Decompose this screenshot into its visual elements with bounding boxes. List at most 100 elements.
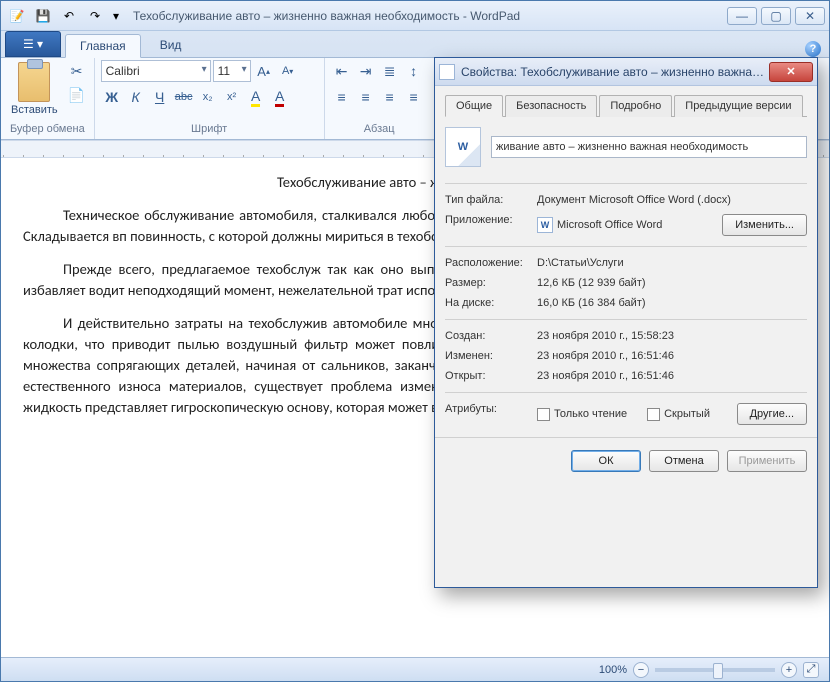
dialog-tabs: Общие Безопасность Подробно Предыдущие в… [445,94,807,117]
properties-dialog: Свойства: Техобслуживание авто – жизненн… [434,57,818,588]
dialog-close-button[interactable]: ✕ [769,62,813,82]
zoom-out-button[interactable]: − [633,662,649,678]
row-size: Размер: 12,6 КБ (12 939 байт) [445,273,807,293]
app-value: W Microsoft Office Word [537,214,722,236]
window-title: Техобслуживание авто – жизненно важная н… [133,9,727,23]
tab-home[interactable]: Главная [65,34,141,58]
highlight-icon[interactable]: A [245,86,267,108]
group-font: Calibri 11 A▴ A▾ Ж К Ч abc x₂ x² A A [95,58,325,139]
minimize-button[interactable]: — [727,7,757,25]
location-label: Расположение: [445,257,537,269]
menu-icon: ☰ ▾ [23,37,43,51]
copy-icon[interactable]: 📄 [66,84,88,106]
group-clipboard: Вставить ✂ 📄 Буфер обмена [1,58,95,139]
decrease-indent-icon[interactable]: ⇤ [331,60,353,82]
readonly-label: Только чтение [554,408,627,420]
group-font-label: Шрифт [101,122,318,137]
help-icon[interactable]: ? [805,41,821,57]
paste-button[interactable]: Вставить [7,60,62,118]
ondisk-value: 16,0 КБ (16 384 байт) [537,297,807,309]
app-label: Приложение: [445,214,537,236]
divider [445,183,807,184]
apply-button[interactable]: Применить [727,450,807,472]
row-filetype: Тип файла: Документ Microsoft Office Wor… [445,190,807,210]
divider [445,246,807,247]
increase-indent-icon[interactable]: ⇥ [355,60,377,82]
font-color-icon[interactable]: A [269,86,291,108]
zoom-in-button[interactable]: + [781,662,797,678]
shrink-font-icon[interactable]: A▾ [277,60,299,82]
hidden-checkbox[interactable]: Скрытый [647,408,710,421]
cut-icon[interactable]: ✂ [66,60,88,82]
filetype-value: Документ Microsoft Office Word (.docx) [537,194,807,206]
strike-button[interactable]: abc [173,86,195,108]
ondisk-label: На диске: [445,297,537,309]
checkbox-icon [537,408,550,421]
tab-details[interactable]: Подробно [599,95,672,117]
row-created: Создан: 23 ноября 2010 г., 15:58:23 [445,326,807,346]
readonly-checkbox[interactable]: Только чтение [537,408,627,421]
italic-button[interactable]: К [125,86,147,108]
superscript-button[interactable]: x² [221,86,243,108]
opened-value: 23 ноября 2010 г., 16:51:46 [537,370,807,382]
change-app-button[interactable]: Изменить... [722,214,807,236]
row-modified: Изменен: 23 ноября 2010 г., 16:51:46 [445,346,807,366]
hidden-label: Скрытый [664,408,710,420]
divider [445,319,807,320]
ok-button[interactable]: ОК [571,450,641,472]
other-attrs-button[interactable]: Другие... [737,403,807,425]
font-family-combo[interactable]: Calibri [101,60,211,82]
font-size-combo[interactable]: 11 [213,60,251,82]
row-attrs: Атрибуты: Только чтение Скрытый Другие..… [445,399,807,429]
filename-field[interactable]: живание авто – жизненно важная необходим… [491,136,807,158]
tab-security[interactable]: Безопасность [505,95,597,117]
grow-font-icon[interactable]: A▴ [253,60,275,82]
created-label: Создан: [445,330,537,342]
size-value: 12,6 КБ (12 939 байт) [537,277,807,289]
save-icon[interactable]: 💾 [31,5,55,27]
align-left-icon[interactable]: ≡ [331,86,353,108]
tab-general[interactable]: Общие [445,95,503,117]
dialog-titlebar[interactable]: Свойства: Техобслуживание авто – жизненн… [435,58,817,86]
opened-label: Открыт: [445,370,537,382]
linespacing-icon[interactable]: ↕ [403,60,425,82]
filetype-label: Тип файла: [445,194,537,206]
bold-button[interactable]: Ж [101,86,123,108]
row-location: Расположение: D:\Статьи\Услуги [445,253,807,273]
cancel-button[interactable]: Отмена [649,450,719,472]
close-button[interactable]: ✕ [795,7,825,25]
paste-label: Вставить [11,104,58,116]
zoom-label: 100% [599,664,627,676]
underline-button[interactable]: Ч [149,86,171,108]
align-right-icon[interactable]: ≡ [379,86,401,108]
wordpad-titlebar: 📝 💾 ↶ ↷ ▾ Техобслуживание авто – жизненн… [1,1,829,31]
attrs-label: Атрибуты: [445,403,537,425]
word-doc-icon: W [445,127,481,167]
ribbon-tabrow: ☰ ▾ Главная Вид ? [1,31,829,57]
redo-icon[interactable]: ↷ [83,5,107,27]
file-header: W живание авто – жизненно важная необход… [445,127,807,167]
created-value: 23 ноября 2010 г., 15:58:23 [537,330,807,342]
tab-view[interactable]: Вид [145,33,197,57]
bullets-icon[interactable]: ≣ [379,60,401,82]
tab-previous-versions[interactable]: Предыдущие версии [674,95,802,117]
subscript-button[interactable]: x₂ [197,86,219,108]
modified-value: 23 ноября 2010 г., 16:51:46 [537,350,807,362]
align-center-icon[interactable]: ≡ [355,86,377,108]
row-app: Приложение: W Microsoft Office Word Изме… [445,210,807,240]
row-opened: Открыт: 23 ноября 2010 г., 16:51:46 [445,366,807,386]
dialog-icon [439,64,455,80]
align-justify-icon[interactable]: ≡ [403,86,425,108]
size-label: Размер: [445,277,537,289]
zoom-slider[interactable] [655,668,775,672]
file-menu-button[interactable]: ☰ ▾ [5,31,61,57]
word-app-icon: W [537,217,553,233]
zoom-fit-button[interactable]: ⤢ [803,662,819,678]
quick-access-toolbar: 📝 💾 ↶ ↷ ▾ [5,5,123,27]
qat-dropdown-icon[interactable]: ▾ [109,5,123,27]
app-text: Microsoft Office Word [557,219,662,231]
group-paragraph-label: Абзац [331,122,428,137]
maximize-button[interactable]: ▢ [761,7,791,25]
wp-app-icon[interactable]: 📝 [5,5,29,27]
undo-icon[interactable]: ↶ [57,5,81,27]
